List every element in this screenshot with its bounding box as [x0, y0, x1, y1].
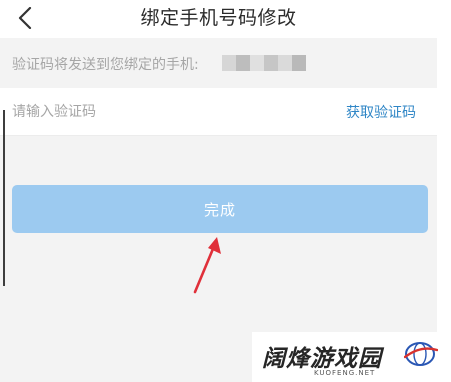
watermark-logo: 阔烽游戏园 KUOFENG.NET: [252, 332, 451, 382]
screen-edge-line: [3, 110, 5, 286]
watermark-title: 阔烽游戏园: [262, 346, 382, 372]
phone-screen: 绑定手机号码修改 验证码将发送到您绑定的手机: 获取验证码 完成: [0, 0, 437, 382]
page-title: 绑定手机号码修改: [140, 7, 297, 29]
done-button[interactable]: 完成: [12, 185, 428, 233]
verification-code-row: 获取验证码: [0, 88, 437, 136]
globe-logo-icon: [404, 342, 438, 366]
nav-header: 绑定手机号码修改: [0, 0, 437, 38]
notice-text: 验证码将发送到您绑定的手机:: [12, 57, 199, 73]
red-arrow-icon: [193, 237, 221, 294]
watermark-subtitle: KUOFENG.NET: [314, 369, 376, 377]
masked-phone-number: [222, 55, 306, 71]
get-code-link[interactable]: 获取验证码: [346, 102, 416, 122]
verification-code-input[interactable]: [12, 101, 262, 123]
done-button-label: 完成: [203, 200, 236, 219]
sms-notice: 验证码将发送到您绑定的手机:: [0, 38, 437, 88]
